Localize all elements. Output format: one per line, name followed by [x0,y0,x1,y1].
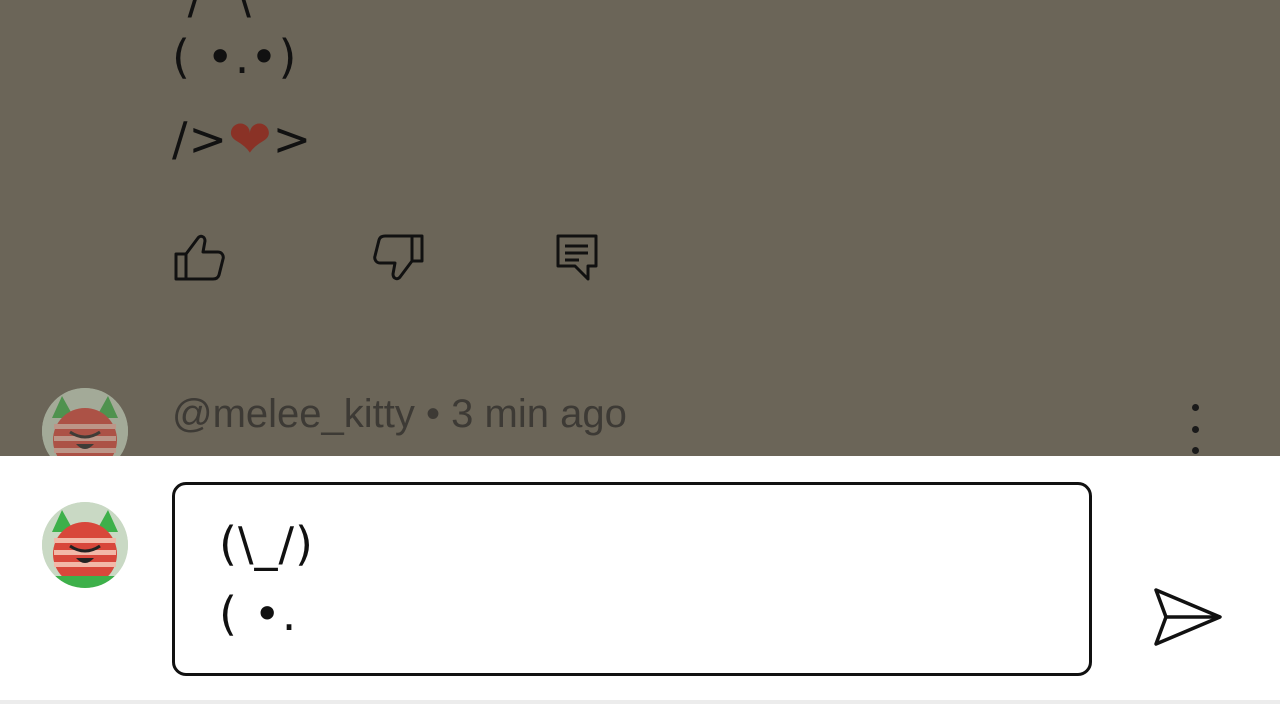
avatar-image [42,388,128,456]
thumbs-up-icon [174,234,225,281]
more-vertical-icon-dot [1191,425,1199,433]
reply-icon [556,234,598,281]
divider [0,700,1280,704]
more-vertical-icon-dot [1191,447,1199,454]
send-button[interactable] [1150,584,1224,654]
send-icon [1154,588,1222,646]
comment-time: 3 min ago [451,392,627,436]
my-avatar [42,502,128,588]
comment-art-prefix: /> [172,112,229,166]
avatar-image [42,502,128,588]
comment-art-line-3: />❤> [172,114,312,166]
comment-input[interactable]: (\_/) ( •. [172,482,1092,676]
like-button[interactable] [172,232,226,282]
comment-thread-dimmed: / \ ( •.•) />❤> [0,0,1280,456]
comment-username[interactable]: @melee_kitty [172,392,415,436]
avatar[interactable] [42,388,128,456]
comment-art-line-1: / \ [172,0,252,20]
comment-art-suffix: > [272,112,313,166]
thumbs-down-icon [373,234,424,281]
comment-input-line-1: (\_/) [219,517,314,571]
dislike-button[interactable] [370,232,426,282]
comment-art-line-2: ( •.•) [172,30,298,84]
comment-meta: @melee_kitty • 3 min ago [172,392,627,437]
meta-separator: • [414,392,452,436]
reply-button[interactable] [554,232,600,284]
comment-input-line-2: ( •. [219,587,298,641]
heart-emoji: ❤ [228,110,273,170]
more-options-button[interactable] [1180,404,1210,454]
more-vertical-icon [1191,404,1199,411]
